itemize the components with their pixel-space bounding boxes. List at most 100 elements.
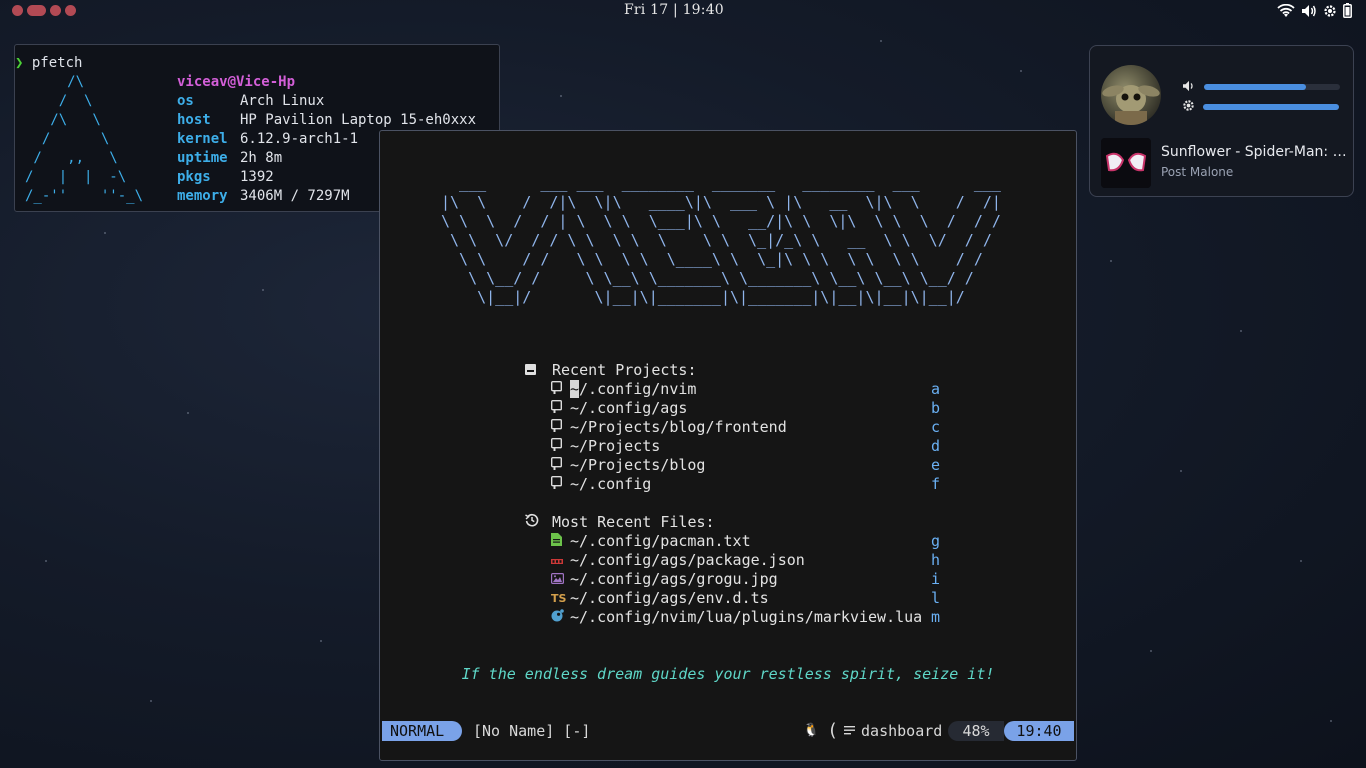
shortcut-key[interactable]: b [931, 399, 940, 418]
filetype-label: dashboard [861, 722, 943, 740]
folder-icon [525, 361, 552, 380]
file-item[interactable]: ~/.config/ags/grogu.jpg [551, 570, 778, 589]
volume-icon[interactable] [1301, 4, 1317, 18]
shortcut-key[interactable]: d [931, 437, 940, 456]
statusline-clock: 19:40 [1004, 721, 1074, 741]
system-tray [1277, 3, 1352, 18]
text-file-icon [551, 532, 570, 551]
repo-icon [550, 456, 570, 475]
project-item[interactable]: ~/.config/ags [550, 399, 688, 418]
shortcut-key[interactable]: m [931, 608, 940, 627]
user-host: viceav@Vice-Hp [177, 74, 296, 90]
volume-row [1182, 77, 1340, 96]
active-workspace-pill[interactable] [27, 5, 46, 16]
shortcut-key[interactable]: c [931, 418, 940, 437]
project-item[interactable]: ~/Projects [550, 437, 661, 456]
info-key: os [177, 93, 194, 109]
file-path: ~/.config/ags/env.d.ts [570, 589, 769, 607]
battery-icon[interactable] [1343, 3, 1352, 18]
repo-icon [550, 380, 570, 399]
repo-icon [550, 399, 570, 418]
project-path: ~/Projects/blog [570, 456, 706, 474]
file-path: ~/.config/nvim/lua/plugins/markview.lua [570, 608, 923, 626]
section-label: Most Recent Files: [552, 513, 715, 531]
info-key: host [177, 112, 211, 128]
section-label: Recent Projects: [552, 361, 697, 379]
arch-ascii-logo: /\ / \ /\ \ / \ / ,, \ / | | -\ /_-'' ''… [25, 74, 144, 204]
repo-icon [550, 418, 570, 437]
shortcut-key[interactable]: l [931, 589, 940, 608]
mode-indicator: NORMAL [382, 721, 462, 741]
project-item[interactable]: ~/.config/nvim [550, 380, 697, 399]
media-widget: Sunflower - Spider-Man: Into the Spider-… [1089, 45, 1354, 197]
info-value: 6.12.9-arch1-1 [240, 131, 359, 147]
lsp-spinner-icon: ( [827, 720, 839, 741]
volume-icon [1182, 77, 1196, 96]
project-path: ~/.config/ags [570, 399, 688, 417]
project-item[interactable]: ~/.config [550, 475, 652, 494]
lua-icon [551, 608, 570, 627]
volume-slider[interactable] [1204, 83, 1340, 90]
project-path: /.config/nvim [579, 380, 697, 398]
file-item[interactable]: ~/.config/ags/package.json [551, 551, 805, 570]
volume-slider-fill [1204, 83, 1306, 90]
shortcut-key[interactable]: e [931, 456, 940, 475]
track-title[interactable]: Sunflower - Spider-Man: Into the Spider-… [1161, 144, 1347, 160]
image-file-icon [551, 570, 570, 589]
recent-projects-header: Recent Projects: [525, 361, 697, 380]
scroll-percent: 48% [948, 721, 1004, 741]
project-item[interactable]: ~/Projects/blog [550, 456, 706, 475]
brightness-icon [1182, 97, 1195, 116]
file-item[interactable]: ~/.config/pacman.txt [551, 532, 751, 551]
shortcut-key[interactable]: f [931, 475, 940, 494]
info-key: kernel [177, 131, 228, 147]
workspace-dot[interactable] [65, 5, 76, 16]
list-icon [844, 721, 856, 741]
project-path: ~/Projects [570, 437, 661, 455]
info-value: 2h 8m [240, 150, 283, 166]
info-value: Arch Linux [240, 93, 325, 109]
vicev-ascii-banner: ___ ___ ___ ________ _______ ________ __… [441, 174, 1001, 306]
repo-icon [550, 475, 570, 494]
file-path: ~/.config/pacman.txt [570, 532, 751, 550]
shortcut-key[interactable]: h [931, 551, 940, 570]
recent-files-header: Most Recent Files: [525, 513, 715, 532]
settings-icon[interactable] [1323, 4, 1337, 18]
wifi-icon[interactable] [1277, 3, 1295, 18]
info-key: uptime [177, 150, 228, 166]
clock[interactable]: Fri 17 | 19:40 [624, 2, 724, 18]
workspace-dot[interactable] [50, 5, 61, 16]
neovim-window[interactable]: ___ ___ ___ ________ _______ ________ __… [379, 130, 1077, 761]
info-value: HP Pavilion Laptop 15-eh0xxx [240, 112, 477, 128]
project-path: ~/.config [570, 475, 652, 493]
file-item[interactable]: ~/.config/nvim/lua/plugins/markview.lua [551, 608, 922, 627]
linux-icon: 🐧 [803, 723, 820, 738]
statusline: NORMAL [No Name] [-] 🐧 ( dashboard 48% 1… [382, 721, 1074, 741]
prompt-arrow-icon: ❯ [15, 55, 32, 71]
project-item[interactable]: ~/Projects/blog/frontend [550, 418, 787, 437]
brightness-row [1182, 97, 1339, 116]
shell-prompt: ❯ pfetch [15, 54, 82, 73]
repo-icon [550, 437, 570, 456]
filetype-section: 🐧 ( dashboard [803, 721, 942, 741]
info-value: 1392 [240, 169, 274, 185]
file-item[interactable]: TS ~/.config/ags/env.d.ts [551, 589, 769, 608]
cursor: ~ [570, 380, 580, 398]
typescript-icon: TS [551, 592, 567, 605]
info-row-os: os Arch Linux [177, 92, 476, 111]
info-key: memory [177, 188, 228, 204]
history-icon [525, 513, 552, 532]
info-value: 3406M / 7297M [240, 188, 350, 204]
npm-icon [551, 551, 570, 570]
file-path: ~/.config/ags/package.json [570, 551, 805, 569]
brightness-slider-fill [1203, 103, 1339, 110]
album-art[interactable] [1101, 138, 1151, 188]
track-artist: Post Malone [1161, 165, 1234, 179]
shortcut-key[interactable]: g [931, 532, 940, 551]
buffer-name: [No Name] [-] [473, 722, 591, 740]
shortcut-key[interactable]: a [931, 380, 940, 399]
brightness-slider[interactable] [1203, 103, 1339, 110]
shortcut-key[interactable]: i [931, 570, 940, 589]
workspace-dot[interactable] [12, 5, 23, 16]
workspace-indicators[interactable] [12, 5, 76, 16]
